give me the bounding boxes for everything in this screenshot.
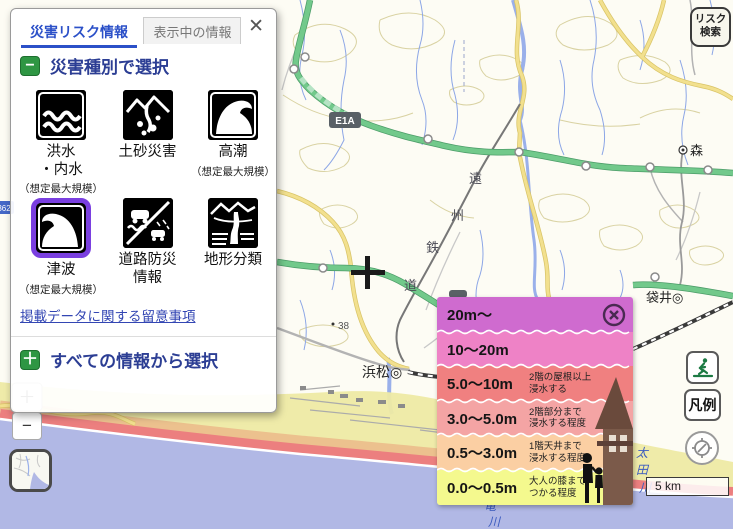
legend-row: 10〜20m [437, 332, 633, 366]
svg-text:川: 川 [488, 515, 502, 529]
svg-text:E1A: E1A [335, 116, 354, 127]
tsunami-depth-legend: 20m〜 10〜20m 5.0〜10m 2階の屋根以上浸水する 3.0〜5.0m… [437, 297, 633, 505]
category-storm-surge[interactable]: 高潮 （想定最大規模） [190, 88, 276, 196]
scale-bar: 5 km [646, 477, 729, 496]
panel-tabs: 災害リスク情報 表示中の情報 ✕ [11, 9, 276, 43]
panel-divider [11, 336, 276, 337]
disaster-type-section-header: − 災害種別で選択 [20, 53, 276, 78]
all-info-section-header: ＋ すべての情報から選択 [20, 347, 276, 372]
wave-separator [437, 329, 633, 335]
tsunami-icon [31, 198, 91, 258]
close-icon[interactable]: ✕ [248, 17, 264, 36]
landslide-icon [123, 90, 173, 140]
category-landslide[interactable]: 土砂災害 [105, 88, 190, 196]
hazard-map-app: E1A 362 森 袋井◎ 浜松◎ 38 遠 州 鉄 道 太 田 川 [0, 0, 733, 529]
label-hamamatsu: 浜松◎ [362, 364, 402, 380]
disaster-category-grid: 洪水・内水 （想定最大規模） 土砂災害 高潮 [17, 88, 276, 297]
compass-icon [690, 436, 714, 460]
label-elevation: 38 [338, 321, 350, 332]
evacuation-info-button[interactable] [686, 351, 719, 384]
legend-row: 0.0〜0.5m 大人の膝までつかる程度 [437, 470, 633, 505]
legend-row: 20m〜 [437, 297, 633, 332]
wave-separator [437, 398, 633, 404]
risk-search-button[interactable]: リスク 検索 [690, 7, 731, 47]
tab-displayed-info[interactable]: 表示中の情報 [143, 17, 241, 44]
svg-text:遠: 遠 [469, 171, 482, 186]
category-flood[interactable]: 洪水・内水 （想定最大規模） [17, 88, 105, 196]
legend-toggle-button[interactable]: 凡例 [684, 389, 721, 421]
legend-row: 5.0〜10m 2階の屋根以上浸水する [437, 366, 633, 401]
zoom-out-button[interactable]: − [12, 412, 42, 440]
wave-separator [437, 432, 633, 438]
label-fukuroi: 袋井◎ [646, 290, 683, 305]
legend-row: 3.0〜5.0m 2階部分まで浸水する程度 [437, 401, 633, 435]
collapse-section-icon[interactable]: − [20, 56, 40, 76]
expressway-badge: E1A [329, 112, 361, 128]
svg-text:州: 州 [451, 208, 464, 223]
section-title: 災害種別で選択 [50, 53, 169, 78]
category-road-disaster[interactable]: 道路防災情報 [105, 196, 190, 297]
road-disaster-icon [123, 198, 173, 248]
legend-close-icon[interactable] [602, 303, 626, 327]
svg-text:鉄: 鉄 [426, 240, 439, 255]
wave-separator [437, 363, 633, 369]
label-mori: 森 [690, 143, 703, 158]
running-person-icon [691, 356, 715, 380]
category-landform[interactable]: 地形分類 [190, 196, 276, 297]
svg-text:道: 道 [404, 278, 417, 293]
locate-button[interactable] [685, 431, 719, 465]
svg-text:田: 田 [636, 463, 650, 477]
wave-separator [437, 467, 633, 473]
storm-surge-icon [208, 90, 258, 140]
category-tsunami[interactable]: 津波 （想定最大規模） [17, 196, 105, 297]
svg-text:太: 太 [636, 446, 650, 460]
disaster-risk-panel: 災害リスク情報 表示中の情報 ✕ − 災害種別で選択 洪水・内水 （想定最大規模… [10, 8, 277, 413]
tab-disaster-risk-info[interactable]: 災害リスク情報 [21, 18, 137, 48]
legend-row: 0.5〜3.0m 1階天井まで浸水する程度 [437, 435, 633, 470]
landform-icon [208, 198, 258, 248]
data-notice-link[interactable]: 掲載データに関する留意事項 [20, 305, 276, 325]
minimap-button[interactable] [9, 449, 52, 492]
section-title: すべての情報から選択 [50, 347, 218, 372]
expand-section-icon[interactable]: ＋ [20, 350, 40, 370]
flood-icon [36, 90, 86, 140]
minimap-thumbnail [12, 452, 49, 489]
